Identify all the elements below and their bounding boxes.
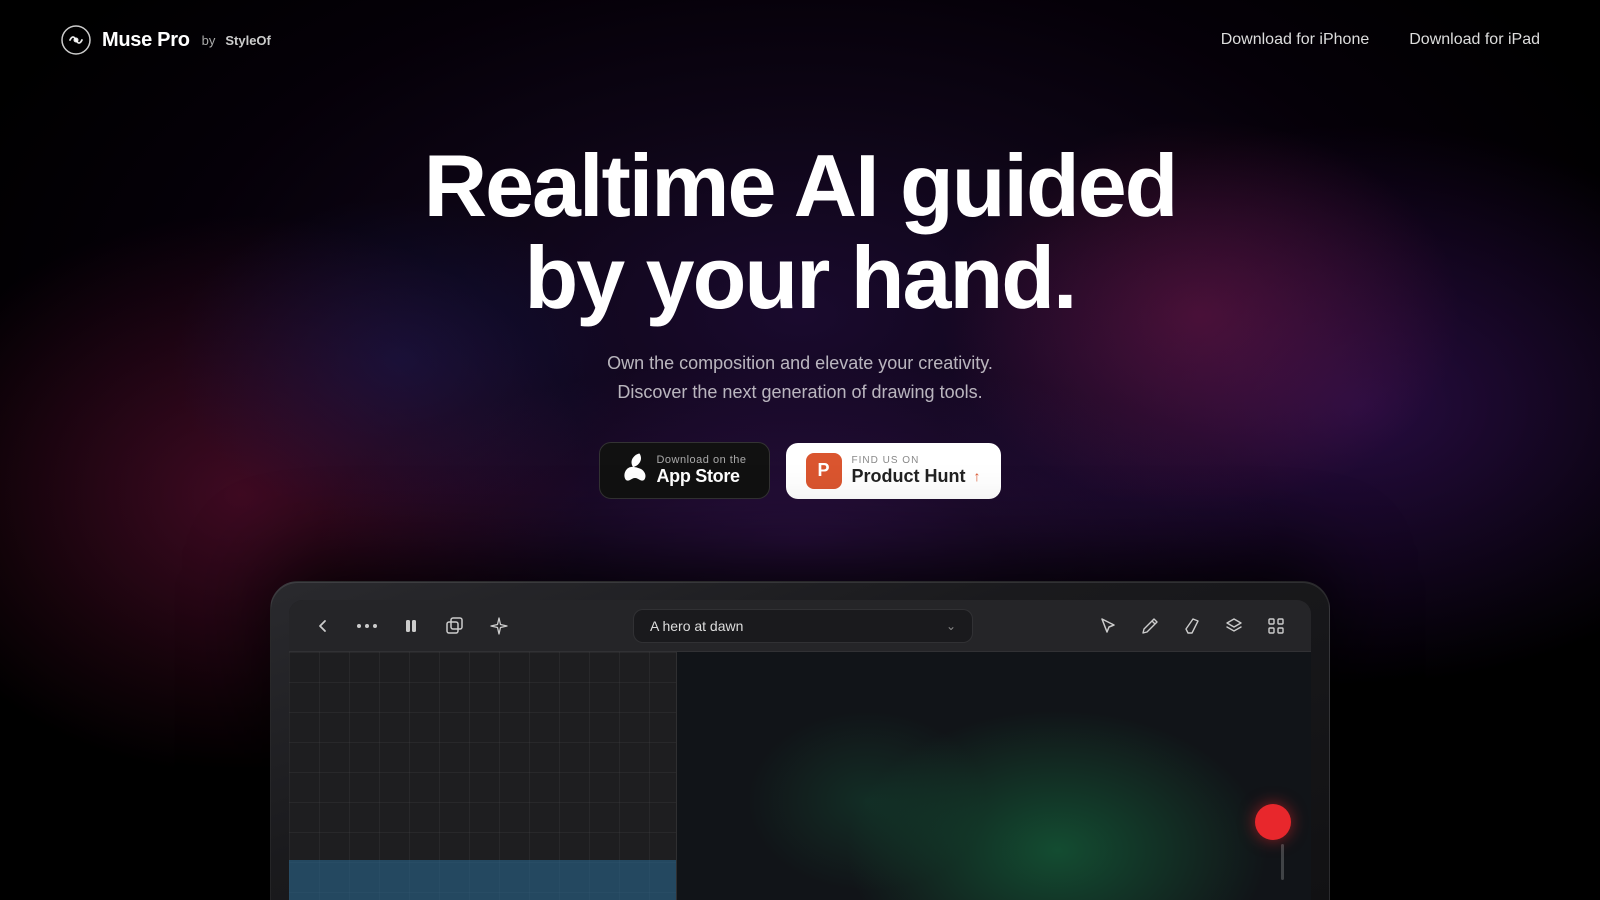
toolbar-center: A hero at dawn ⌄ — [633, 609, 973, 643]
eraser-tool[interactable] — [1177, 611, 1207, 641]
nav-links: Download for iPhone Download for iPad — [1221, 31, 1540, 49]
prompt-chevron-icon: ⌄ — [946, 619, 956, 633]
logo-area: Muse Pro by StyleOf — [60, 24, 271, 56]
more-options-button[interactable] — [353, 612, 381, 640]
pause-button[interactable] — [397, 612, 425, 640]
canvas-right-bg — [677, 652, 1311, 900]
appstore-text: Download on the App Store — [656, 454, 746, 487]
download-ipad-link[interactable]: Download for iPad — [1409, 31, 1540, 49]
record-button[interactable] — [1255, 804, 1291, 840]
device-area: A hero at dawn ⌄ — [270, 581, 1330, 900]
ph-small: FIND US ON — [852, 455, 920, 466]
canvas-left — [289, 652, 677, 900]
navbar: Muse Pro by StyleOf Download for iPhone … — [0, 0, 1600, 80]
back-button[interactable] — [309, 612, 337, 640]
hero-title-line2: by your hand. — [525, 228, 1076, 327]
hero-title-line1: Realtime AI guided — [424, 136, 1177, 235]
ipad-screen: A hero at dawn ⌄ — [289, 600, 1311, 900]
logo-name: Muse Pro — [102, 29, 190, 52]
prompt-bar[interactable]: A hero at dawn ⌄ — [633, 609, 973, 643]
toolbar-right — [1093, 611, 1291, 641]
logo-company: StyleOf — [225, 33, 271, 48]
ph-text: FIND US ON Product Hunt ↑ — [852, 455, 981, 487]
ipad-outer: A hero at dawn ⌄ — [270, 581, 1330, 900]
producthunt-button[interactable]: P FIND US ON Product Hunt ↑ — [786, 443, 1001, 499]
cursor-tool[interactable] — [1093, 611, 1123, 641]
pen-tool[interactable] — [1135, 611, 1165, 641]
download-iphone-link[interactable]: Download for iPhone — [1221, 31, 1370, 49]
record-slider[interactable] — [1281, 844, 1284, 880]
ph-logo-icon: P — [806, 453, 842, 489]
appstore-button[interactable]: Download on the App Store — [599, 442, 769, 499]
expand-tool[interactable] — [1261, 611, 1291, 641]
canvas-timeline-bar — [289, 860, 676, 900]
hero-title: Realtime AI guided by your hand. — [424, 140, 1177, 325]
hero-subtitle-line2: Discover the next generation of drawing … — [617, 382, 982, 402]
apple-icon — [622, 453, 646, 488]
hero-subtitle-line1: Own the composition and elevate your cre… — [607, 353, 993, 373]
hero-subtitle: Own the composition and elevate your cre… — [607, 349, 993, 407]
copy-layers-button[interactable] — [441, 612, 469, 640]
canvas-right — [677, 652, 1311, 900]
sparkle-button[interactable] — [485, 612, 513, 640]
ph-label: Product Hunt ↑ — [852, 466, 981, 487]
logo-icon — [60, 24, 92, 56]
hero-section: Realtime AI guided by your hand. Own the… — [0, 80, 1600, 499]
app-toolbar: A hero at dawn ⌄ — [289, 600, 1311, 652]
toolbar-left — [309, 612, 513, 640]
cta-buttons: Download on the App Store P FIND US ON P… — [599, 442, 1000, 499]
logo-by: by — [202, 33, 216, 48]
prompt-text: A hero at dawn — [650, 618, 743, 634]
canvas-area — [289, 652, 1311, 900]
ph-arrow-icon: ↑ — [974, 468, 981, 484]
appstore-label: App Store — [656, 466, 739, 487]
layers-tool[interactable] — [1219, 611, 1249, 641]
appstore-small: Download on the — [656, 454, 746, 466]
